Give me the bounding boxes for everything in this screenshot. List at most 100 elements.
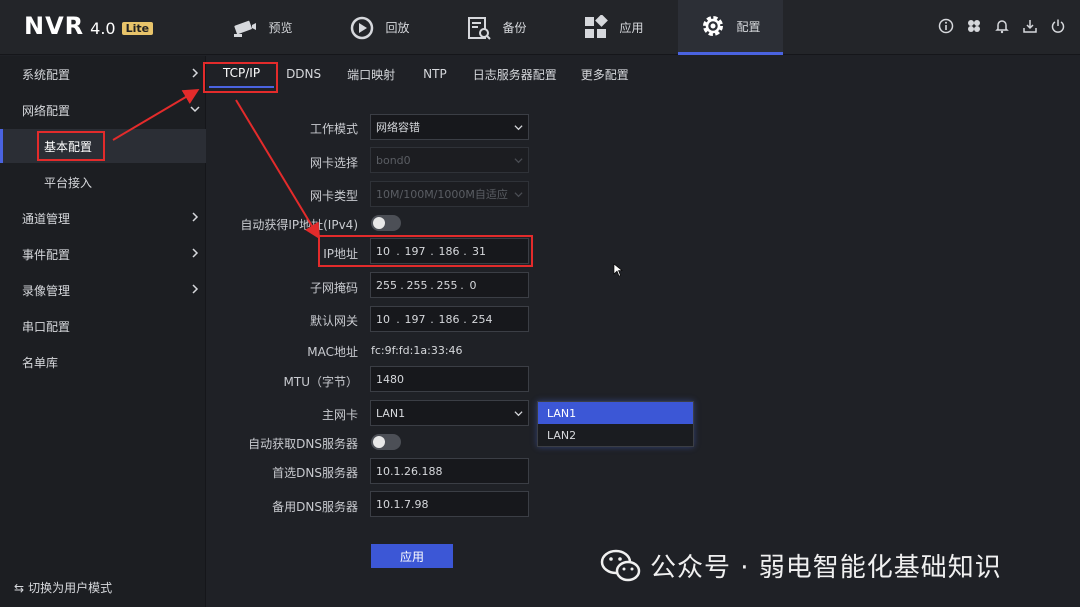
sidebar-item-label: 串口配置 xyxy=(22,319,71,334)
watermark-text: 公众号 · 弱电智能化基础知识 xyxy=(650,553,1002,583)
option-lan1[interactable]: LAN1 xyxy=(538,402,693,424)
wechat-icon xyxy=(600,549,641,581)
logo-version: 4.0 xyxy=(90,19,116,38)
gateway-segment: 197 xyxy=(404,312,426,326)
sidebar-item-channel-manage[interactable]: 通道管理 xyxy=(0,201,206,235)
mtu-value: 1480 xyxy=(376,372,404,386)
mask-label: 子网掩码 xyxy=(309,281,358,295)
logo-edition: Lite xyxy=(121,22,154,35)
switch-user-mode-button[interactable]: ⇆ 切换为用户模式 xyxy=(14,579,112,596)
top-bar: NVR 4.0 Lite 预览 回放 备份 应用 配置 xyxy=(0,0,1080,55)
sidebar-item-platform-access[interactable]: 平台接入 xyxy=(0,165,206,199)
mask-segment: 0 xyxy=(469,278,477,292)
mask-segment: 255 xyxy=(376,278,397,292)
chevron-down-icon xyxy=(514,192,523,198)
nav-label: 备份 xyxy=(502,21,527,35)
main-nic-select[interactable]: LAN1 xyxy=(370,400,529,426)
sidebar-item-event-config[interactable]: 事件配置 xyxy=(0,237,206,271)
option-lan2[interactable]: LAN2 xyxy=(538,424,693,446)
gateway-segment: 254 xyxy=(471,312,493,326)
chevron-down-icon xyxy=(514,125,523,131)
playback-icon xyxy=(351,16,374,39)
sidebar-item-label: 通道管理 xyxy=(22,211,71,226)
tab-log-server[interactable]: 日志服务器配置 xyxy=(461,60,569,88)
preferred-dns-input[interactable]: 10.1.26.188 xyxy=(370,458,529,484)
camera-icon xyxy=(234,20,257,37)
info-icon[interactable] xyxy=(938,18,954,34)
nav-label: 预览 xyxy=(268,21,293,35)
sidebar-item-label: 名单库 xyxy=(22,355,59,370)
nav-backup[interactable]: 备份 xyxy=(444,0,549,55)
sidebar-item-system-config[interactable]: 系统配置 xyxy=(0,57,206,91)
logo: NVR 4.0 Lite xyxy=(24,12,154,42)
alternate-dns-input[interactable]: 10.1.7.98 xyxy=(370,491,529,517)
main-nav: 预览 回放 备份 应用 配置 xyxy=(210,0,795,55)
top-icons xyxy=(938,18,1066,34)
bell-icon[interactable] xyxy=(994,18,1010,34)
dns1-label: 首选DNS服务器 xyxy=(272,466,358,480)
nav-preview[interactable]: 预览 xyxy=(210,0,315,55)
work-mode-value: 网络容错 xyxy=(376,121,420,134)
gateway-input[interactable]: 10. 197. 186. 254 xyxy=(370,306,529,332)
mtu-input[interactable]: 1480 xyxy=(370,366,529,392)
nav-label: 回放 xyxy=(385,21,410,35)
sidebar-item-serial-config[interactable]: 串口配置 xyxy=(0,309,206,343)
main-nic-value: LAN1 xyxy=(376,406,406,420)
tab-ntp[interactable]: NTP xyxy=(409,60,461,88)
main-nic-dropdown-list: LAN1 LAN2 xyxy=(537,401,694,447)
gear-icon xyxy=(703,16,724,36)
power-icon[interactable] xyxy=(1050,18,1066,34)
nav-playback[interactable]: 回放 xyxy=(327,0,432,55)
watermark: 公众号 · 弱电智能化基础知识 xyxy=(600,547,1002,584)
mask-segment: 255 xyxy=(436,278,458,292)
chevron-down-icon xyxy=(514,411,523,417)
auto-dns-label: 自动获取DNS服务器 xyxy=(248,437,358,451)
nav-label: 应用 xyxy=(619,21,644,35)
nic-select-dropdown: bond0 xyxy=(370,147,529,173)
dhcp-label: 自动获得IP地址(IPv4) xyxy=(240,218,358,232)
nav-config[interactable]: 配置 xyxy=(678,0,783,55)
fan-icon[interactable] xyxy=(966,18,982,34)
mac-value: fc:9f:fd:1a:33:46 xyxy=(371,344,463,357)
nic-select-value: bond0 xyxy=(376,153,411,167)
nic-type-label: 网卡类型 xyxy=(309,189,358,203)
mtu-label: MTU（字节） xyxy=(283,375,358,389)
chevron-right-icon xyxy=(192,68,199,78)
backup-search-icon xyxy=(468,16,492,40)
annotation-box-ip xyxy=(318,235,533,267)
apply-button[interactable]: 应用 xyxy=(371,544,453,568)
chevron-down-icon xyxy=(190,106,200,113)
sidebar-item-label: 录像管理 xyxy=(22,283,71,298)
mac-label: MAC地址 xyxy=(307,345,358,359)
sidebar-item-label: 平台接入 xyxy=(44,175,93,190)
nic-select-label: 网卡选择 xyxy=(309,156,358,170)
nic-type-dropdown: 10M/100M/1000M自适应 xyxy=(370,181,529,207)
sidebar-item-label: 事件配置 xyxy=(22,247,71,262)
sidebar-item-record-manage[interactable]: 录像管理 xyxy=(0,273,206,307)
auto-dns-toggle[interactable] xyxy=(371,434,401,450)
gateway-segment: 186 xyxy=(438,312,460,326)
work-mode-select[interactable]: 网络容错 xyxy=(370,114,529,140)
apps-grid-icon xyxy=(585,14,609,38)
dns2-value: 10.1.7.98 xyxy=(376,497,429,511)
download-icon[interactable] xyxy=(1022,18,1038,34)
switch-icon: ⇆ xyxy=(14,580,25,595)
switch-user-mode-label: 切换为用户模式 xyxy=(28,581,113,595)
dhcp-toggle[interactable] xyxy=(371,215,401,231)
sidebar-item-list-library[interactable]: 名单库 xyxy=(0,345,206,379)
annotation-box-basic-config xyxy=(37,131,105,161)
sidebar-item-network-config[interactable]: 网络配置 xyxy=(0,93,206,127)
nav-label: 配置 xyxy=(736,19,761,34)
mask-segment: 255 xyxy=(406,278,428,292)
mouse-cursor-icon xyxy=(613,263,623,277)
tab-port-mapping[interactable]: 端口映射 xyxy=(333,60,409,88)
tab-more-config[interactable]: 更多配置 xyxy=(569,60,641,88)
logo-name: NVR xyxy=(24,12,85,40)
annotation-box-tcpip xyxy=(203,62,278,93)
subnet-mask-input[interactable]: 255. 255. 255. 0 xyxy=(370,272,529,298)
gateway-label: 默认网关 xyxy=(309,314,358,328)
main-nic-label: 主网卡 xyxy=(321,408,358,422)
sidebar-item-label: 网络配置 xyxy=(22,103,71,118)
tab-ddns[interactable]: DDNS xyxy=(274,60,333,88)
nav-apps[interactable]: 应用 xyxy=(561,0,666,55)
